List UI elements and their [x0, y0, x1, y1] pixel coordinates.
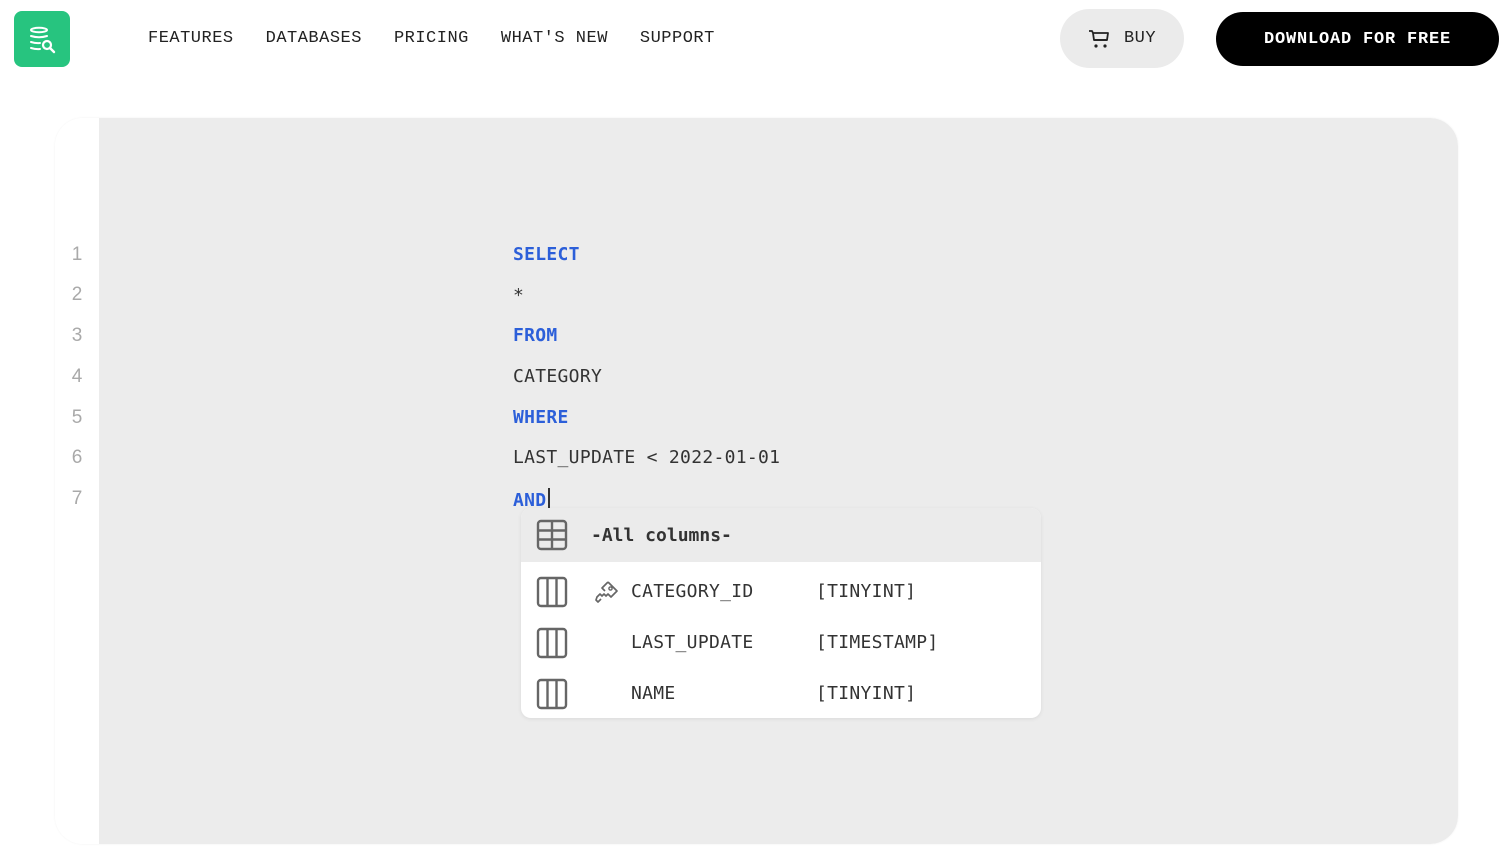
line-number: 4 — [71, 366, 83, 387]
line-number: 5 — [71, 407, 83, 428]
code-line-where: WHERE — [513, 407, 569, 428]
code-line-table: CATEGORY — [513, 366, 603, 387]
autocomplete-item[interactable]: NAME [TINYINT] — [521, 668, 1041, 718]
all-columns-label: -All columns- — [591, 524, 732, 546]
nav-support[interactable]: SUPPORT — [640, 28, 715, 50]
nav-databases[interactable]: DATABASES — [266, 28, 362, 50]
column-name: NAME — [631, 683, 676, 704]
column-type: [TINYINT] — [816, 581, 917, 602]
nav-pricing[interactable]: PRICING — [394, 28, 469, 50]
column-type: [TIMESTAMP] — [816, 632, 939, 653]
line-number: 3 — [71, 325, 83, 346]
column-name: LAST_UPDATE — [631, 632, 754, 653]
line-number: 7 — [71, 488, 83, 509]
line-number: 1 — [71, 244, 83, 265]
column-name: CATEGORY_ID — [631, 581, 754, 602]
code-line-condition: LAST_UPDATE < 2022-01-01 — [513, 447, 781, 468]
nav-features[interactable]: FEATURES — [148, 28, 234, 50]
code-line-star: * — [513, 285, 525, 306]
column-icon — [536, 627, 568, 658]
autocomplete-popup: -All columns- CATEGORY_ID [TINYINT] LAST… — [521, 508, 1041, 718]
autocomplete-all-columns[interactable]: -All columns- — [521, 508, 1041, 562]
autocomplete-item[interactable]: CATEGORY_ID [TINYINT] — [521, 566, 1041, 617]
column-type: [TINYINT] — [816, 683, 917, 704]
main-nav: FEATURES DATABASES PRICING WHAT'S NEW SU… — [148, 28, 747, 50]
code-line-select: SELECT — [513, 244, 580, 265]
database-search-icon — [30, 26, 56, 54]
primary-key-icon — [595, 580, 618, 603]
line-number: 2 — [71, 284, 83, 305]
line-gutter: 1 2 3 4 5 6 7 — [55, 118, 99, 844]
text-caret — [548, 488, 551, 510]
column-icon — [536, 576, 568, 607]
logo[interactable] — [14, 11, 70, 67]
cart-icon — [1088, 29, 1109, 48]
buy-label: BUY — [1123, 29, 1157, 48]
sql-editor-panel: 1 2 3 4 5 6 7 SELECT * FROM CATEGORY WHE… — [55, 118, 1458, 844]
download-button[interactable]: DOWNLOAD FOR FREE — [1216, 12, 1499, 66]
autocomplete-item[interactable]: LAST_UPDATE [TIMESTAMP] — [521, 617, 1041, 668]
table-icon — [536, 519, 568, 551]
line-number: 6 — [71, 447, 83, 468]
code-line-from: FROM — [513, 325, 558, 346]
column-icon — [536, 678, 568, 709]
code-area[interactable]: SELECT * FROM CATEGORY WHERE LAST_UPDATE… — [99, 118, 1458, 844]
nav-whats-new[interactable]: WHAT'S NEW — [501, 28, 608, 50]
buy-button[interactable]: BUY — [1060, 9, 1184, 68]
